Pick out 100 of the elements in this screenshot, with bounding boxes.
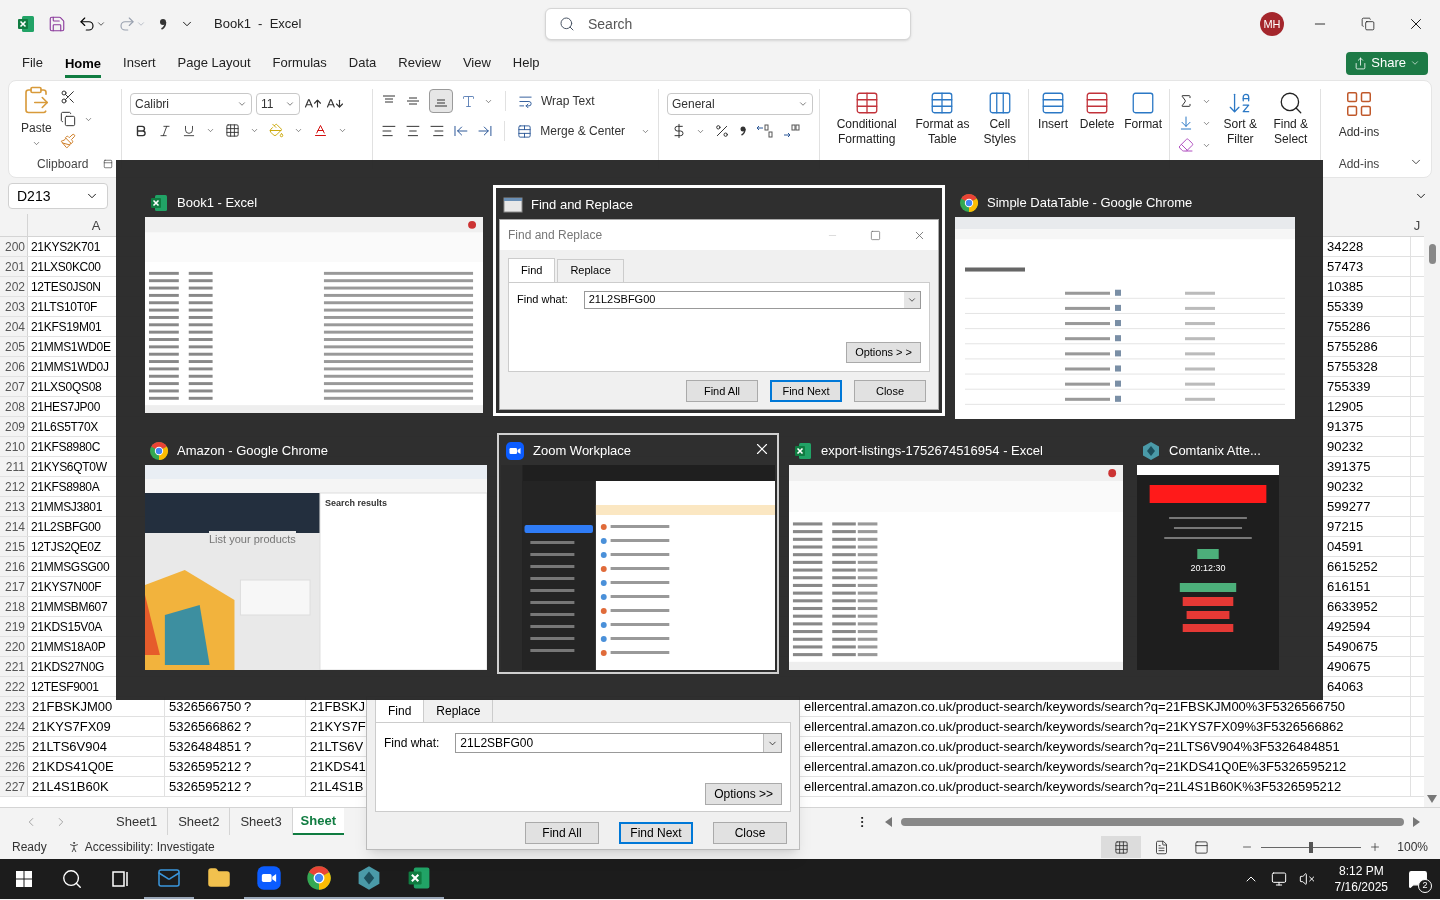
conditional-formatting-button[interactable]: Conditional Formatting [824, 89, 910, 153]
add-ins-icon[interactable] [1344, 89, 1374, 119]
cell-styles-button[interactable]: Cell Styles [975, 89, 1024, 153]
percent-icon[interactable] [714, 123, 730, 139]
ribbon-tab[interactable]: View [462, 52, 491, 74]
ribbon-tab[interactable]: Review [398, 52, 441, 74]
ribbon-tab[interactable]: Insert [123, 52, 156, 74]
format-painter-icon[interactable] [59, 133, 76, 149]
underline-icon[interactable] [182, 123, 196, 138]
search-icon[interactable] [61, 868, 83, 890]
font-size-field[interactable]: 11 [256, 93, 300, 115]
dialog-launcher-icon[interactable] [103, 159, 113, 169]
format-button[interactable]: Format [1121, 89, 1165, 153]
account-avatar[interactable]: MH [1260, 12, 1284, 36]
insert-button[interactable]: Insert [1033, 89, 1074, 153]
hexagon-app-icon[interactable] [356, 865, 382, 891]
chevron-down-icon[interactable] [96, 19, 106, 29]
window-thumbnail[interactable]: Find and Replace Find and Replace Find Replace Find what: 21L2SBFG00 Options > > Find All Find Next Close [493, 185, 945, 416]
ribbon-tab[interactable]: File [22, 52, 43, 74]
mail-app-icon[interactable] [157, 866, 181, 890]
merge-center-button[interactable]: Merge & Center [517, 122, 626, 140]
clear-icon[interactable] [1178, 137, 1194, 153]
row-number: 210 [0, 437, 28, 456]
share-icon[interactable] [1354, 56, 1368, 70]
dialog-tab[interactable]: Find [375, 699, 425, 722]
zoom-in-icon[interactable] [1369, 841, 1382, 853]
notifications-icon[interactable] [1408, 869, 1428, 889]
cut-icon[interactable] [59, 89, 76, 105]
volume-muted-icon[interactable] [1298, 871, 1315, 887]
comma-style-icon[interactable] [158, 17, 168, 31]
window-thumbnail[interactable]: Amazon - Google Chrome List your products Search results [141, 433, 491, 674]
number-format-field[interactable]: General [667, 93, 813, 115]
scrollbar-thumb[interactable] [901, 817, 1404, 826]
ribbon-tab[interactable]: Formulas [272, 52, 327, 74]
save-icon[interactable] [48, 15, 66, 33]
scroll-right-arrow-icon[interactable] [1412, 816, 1420, 827]
zoom-slider[interactable] [1261, 841, 1362, 853]
find-select-button[interactable]: Find & Select [1269, 89, 1312, 153]
window-thumbnail[interactable]: Zoom Workplace [497, 433, 779, 674]
view-button[interactable] [1101, 836, 1142, 858]
font-name-field[interactable]: Calibri [130, 93, 252, 115]
dialog-button[interactable]: Find Next [619, 822, 693, 844]
horizontal-scrollbar[interactable] [885, 814, 1420, 829]
excel-icon[interactable] [406, 865, 432, 891]
orientation-icon[interactable] [461, 93, 476, 109]
decrease-indent-icon[interactable] [452, 123, 469, 139]
wrap-text-button[interactable]: Wrap Text [518, 92, 595, 110]
increase-indent-icon[interactable] [476, 123, 493, 139]
decrease-decimal-icon[interactable] [783, 123, 801, 139]
zoom-level[interactable]: 100% [1397, 838, 1428, 856]
borders-icon[interactable] [225, 123, 240, 138]
ribbon-tab[interactable]: Data [348, 52, 377, 74]
currency-icon[interactable] [671, 123, 687, 139]
ribbon-tab[interactable]: Help [512, 52, 540, 74]
vertical-scrollbar[interactable] [1424, 214, 1440, 807]
delete-button[interactable]: Delete [1077, 89, 1118, 153]
sheet-tab[interactable]: Sheet [292, 808, 344, 835]
chrome-icon[interactable] [306, 865, 332, 891]
sort-filter-button[interactable]: Sort & Filter [1219, 89, 1262, 153]
increase-decimal-icon[interactable] [756, 123, 774, 139]
accessibility-status[interactable]: Accessibility: Investigate [84, 838, 215, 856]
merge-cells-icon[interactable] [517, 123, 533, 139]
align-left-icon[interactable] [381, 123, 397, 139]
notification-count: 2 [1418, 879, 1432, 893]
name-box[interactable]: D213 [8, 183, 108, 209]
clock[interactable]: 8:12 PM 7/16/2025 [1334, 863, 1388, 895]
fill-icon[interactable] [1178, 115, 1194, 131]
font-color-icon[interactable] [313, 123, 328, 138]
align-right-icon[interactable] [428, 123, 445, 139]
dialog-button[interactable]: Close [713, 822, 787, 844]
restore-icon[interactable] [1361, 17, 1375, 31]
scrollbar-thumb[interactable] [1428, 244, 1436, 264]
video-app-icon[interactable] [256, 865, 282, 891]
share-button[interactable]: Share [1346, 51, 1428, 75]
options-button[interactable]: Options >> [705, 783, 782, 805]
window-thumbnail[interactable]: Comtanix Atte... 20:12:30 [1133, 433, 1283, 674]
window-thumbnail[interactable]: Simple DataTable - Google Chrome [951, 185, 1299, 423]
undo-icon[interactable] [78, 15, 96, 33]
find-field[interactable]: 21L2SBFG00 [455, 733, 782, 753]
scroll-left-arrow-icon[interactable] [885, 816, 893, 827]
bold-icon[interactable] [134, 123, 148, 138]
wrap-text-icon[interactable] [518, 93, 533, 109]
fill-color-icon[interactable] [269, 123, 284, 138]
status-text: Ready [12, 839, 47, 856]
window-thumbnail[interactable]: export-listings-1752674516954 - Excel [785, 433, 1127, 674]
dialog-button[interactable]: Find All [525, 822, 599, 844]
network-icon[interactable] [1270, 871, 1287, 887]
add-ins-button[interactable]: Add-ins [1338, 89, 1380, 141]
italic-icon[interactable] [158, 123, 172, 138]
ribbon-tab[interactable]: Page Layout [177, 52, 251, 74]
comma-style-icon[interactable] [739, 124, 747, 138]
search-field[interactable]: Search [545, 8, 911, 40]
format-as-table-button[interactable]: Format as Table [913, 89, 972, 153]
bottom-align-button[interactable] [429, 89, 453, 113]
autosum-icon[interactable] [1178, 93, 1194, 109]
paste-button[interactable]: Paste [21, 85, 52, 137]
align-center-icon[interactable] [404, 123, 421, 139]
scroll-down-arrow-icon[interactable] [1427, 795, 1437, 803]
copy-icon[interactable] [59, 111, 76, 127]
folder-icon[interactable] [207, 866, 231, 890]
